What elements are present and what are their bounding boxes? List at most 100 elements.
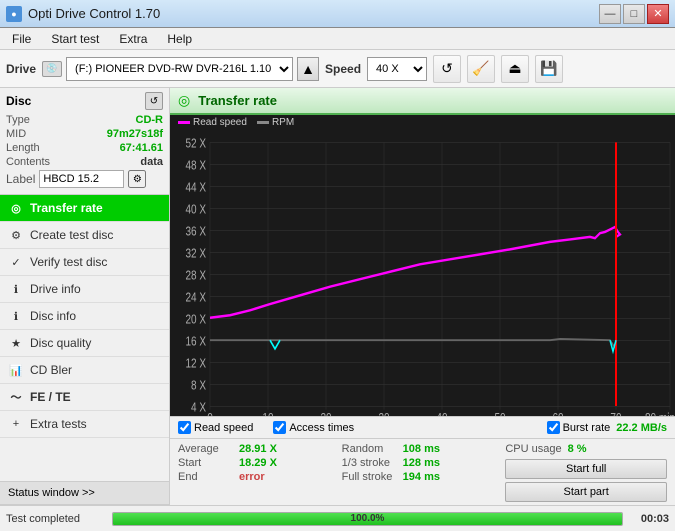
svg-text:60: 60	[552, 412, 563, 416]
save-btn[interactable]: 💾	[535, 55, 563, 83]
svg-text:52 X: 52 X	[185, 137, 206, 150]
legend-read-speed: Read speed	[178, 117, 247, 128]
toolbar: Drive 💿 (F:) PIONEER DVD-RW DVR-216L 1.1…	[0, 50, 675, 88]
stat-start-row: Start 18.29 X	[178, 456, 340, 470]
stat-cpu-value: 8 %	[568, 443, 618, 455]
disc-length-row: Length 67:41.61	[6, 142, 163, 154]
fe-te-icon: 〜	[8, 389, 24, 405]
legend-read-speed-label: Read speed	[193, 117, 247, 128]
eject-btn[interactable]: ⏏	[501, 55, 529, 83]
stat-stroke-1-3-value: 128 ms	[403, 457, 453, 469]
titlebar: ● Opti Drive Control 1.70 — □ ✕	[0, 0, 675, 28]
drive-select[interactable]: (F:) PIONEER DVD-RW DVR-216L 1.10	[66, 57, 293, 81]
stat-full-stroke-label: Full stroke	[342, 471, 397, 483]
start-full-btn[interactable]: Start full	[505, 459, 667, 479]
svg-text:40: 40	[436, 412, 447, 416]
burst-rate-checkbox[interactable]	[547, 421, 560, 434]
sidebar-item-create-test-disc[interactable]: ⚙ Create test disc	[0, 222, 169, 249]
sidebar-item-fe-te[interactable]: 〜 FE / TE	[0, 384, 169, 411]
sidebar-item-drive-info[interactable]: ℹ Drive info	[0, 276, 169, 303]
disc-label-label: Label	[6, 172, 35, 186]
stat-full-stroke-value: 194 ms	[403, 471, 453, 483]
disc-refresh-btn[interactable]: ↺	[145, 92, 163, 110]
cd-bler-icon: 📊	[8, 362, 24, 378]
burst-rate-checkbox-label[interactable]: Burst rate	[547, 421, 611, 434]
minimize-button[interactable]: —	[599, 4, 621, 24]
sidebar-item-extra-tests[interactable]: + Extra tests	[0, 411, 169, 438]
menu-help[interactable]: Help	[159, 30, 200, 48]
window-controls: — □ ✕	[599, 4, 669, 24]
access-times-checkbox-label[interactable]: Access times	[273, 421, 354, 434]
speed-select[interactable]: 40 X	[367, 57, 427, 81]
sidebar-item-transfer-rate[interactable]: ◎ Transfer rate	[0, 195, 169, 222]
disc-mid-value: 97m27s18f	[107, 128, 163, 140]
legend-rpm-label: RPM	[272, 117, 294, 128]
speed-label: Speed	[325, 62, 361, 76]
close-button[interactable]: ✕	[647, 4, 669, 24]
status-window-btn[interactable]: Status window >>	[0, 482, 169, 505]
stat-full-stroke-row: Full stroke 194 ms	[342, 470, 504, 484]
svg-text:32 X: 32 X	[185, 248, 206, 261]
transfer-rate-icon: ◎	[8, 200, 24, 216]
stats-col-3: CPU usage 8 % Start full Start part	[505, 442, 667, 502]
burst-rate-value: 22.2 MB/s	[616, 422, 667, 434]
main-layout: Disc ↺ Type CD-R MID 97m27s18f Length 67…	[0, 88, 675, 505]
chart-svg: 52 X 48 X 44 X 40 X 36 X 32 X 28 X 24 X …	[170, 130, 675, 416]
disc-label-input[interactable]	[39, 170, 124, 188]
disc-info-label: Disc info	[30, 309, 76, 323]
statusbar: Test completed 100.0% 00:03	[0, 505, 675, 531]
stat-cpu-label: CPU usage	[505, 443, 561, 455]
menu-file[interactable]: File	[4, 30, 39, 48]
svg-text:48 X: 48 X	[185, 159, 206, 172]
progress-bar-container: 100.0%	[112, 512, 623, 526]
maximize-button[interactable]: □	[623, 4, 645, 24]
disc-mid-label: MID	[6, 128, 26, 140]
start-part-btn[interactable]: Start part	[505, 482, 667, 502]
titlebar-left: ● Opti Drive Control 1.70	[6, 6, 160, 22]
verify-test-disc-label: Verify test disc	[30, 255, 107, 269]
access-times-checkbox[interactable]	[273, 421, 286, 434]
burst-rate-checkbox-text: Burst rate	[563, 422, 611, 434]
svg-text:20 X: 20 X	[185, 314, 206, 327]
chart-header: ◎ Transfer rate	[170, 88, 675, 115]
verify-test-disc-icon: ✓	[8, 254, 24, 270]
content-area: ◎ Transfer rate Read speed RPM	[170, 88, 675, 505]
stat-average-row: Average 28.91 X	[178, 442, 340, 456]
stat-stroke-1-3-row: 1/3 stroke 128 ms	[342, 456, 504, 470]
disc-info-icon: ℹ	[8, 308, 24, 324]
svg-text:28 X: 28 X	[185, 270, 206, 283]
menu-extra[interactable]: Extra	[111, 30, 155, 48]
legend-rpm-color	[257, 121, 269, 124]
stat-stroke-1-3-label: 1/3 stroke	[342, 457, 397, 469]
stat-start-label: Start	[178, 457, 233, 469]
stat-average-label: Average	[178, 443, 233, 455]
svg-text:4 X: 4 X	[191, 402, 206, 415]
read-speed-checkbox-label[interactable]: Read speed	[178, 421, 253, 434]
menubar: File Start test Extra Help	[0, 28, 675, 50]
status-window-section: Status window >>	[0, 481, 169, 505]
disc-label-btn[interactable]: ⚙	[128, 170, 146, 188]
access-times-checkbox-text: Access times	[289, 422, 354, 434]
sidebar-item-cd-bler[interactable]: 📊 CD Bler	[0, 357, 169, 384]
sidebar-item-disc-quality[interactable]: ★ Disc quality	[0, 330, 169, 357]
stats-col-1: Average 28.91 X Start 18.29 X End error	[178, 442, 340, 502]
disc-label-row: Label ⚙	[6, 170, 163, 188]
sidebar-item-disc-info[interactable]: ℹ Disc info	[0, 303, 169, 330]
refresh-btn[interactable]: ↺	[433, 55, 461, 83]
disc-type-row: Type CD-R	[6, 114, 163, 126]
svg-text:12 X: 12 X	[185, 358, 206, 371]
erase-btn[interactable]: 🧹	[467, 55, 495, 83]
extra-tests-icon: +	[8, 416, 24, 432]
disc-contents-value: data	[140, 156, 163, 168]
sidebar-item-verify-test-disc[interactable]: ✓ Verify test disc	[0, 249, 169, 276]
read-speed-checkbox[interactable]	[178, 421, 191, 434]
svg-text:24 X: 24 X	[185, 292, 206, 305]
svg-text:50: 50	[494, 412, 505, 416]
drive-up-btn[interactable]: ▲	[297, 57, 319, 81]
svg-text:8 X: 8 X	[191, 380, 206, 393]
disc-mid-row: MID 97m27s18f	[6, 128, 163, 140]
transfer-rate-label: Transfer rate	[30, 201, 103, 215]
svg-text:70: 70	[610, 412, 621, 416]
menu-start-test[interactable]: Start test	[43, 30, 107, 48]
stats-col-2: Random 108 ms 1/3 stroke 128 ms Full str…	[342, 442, 504, 502]
